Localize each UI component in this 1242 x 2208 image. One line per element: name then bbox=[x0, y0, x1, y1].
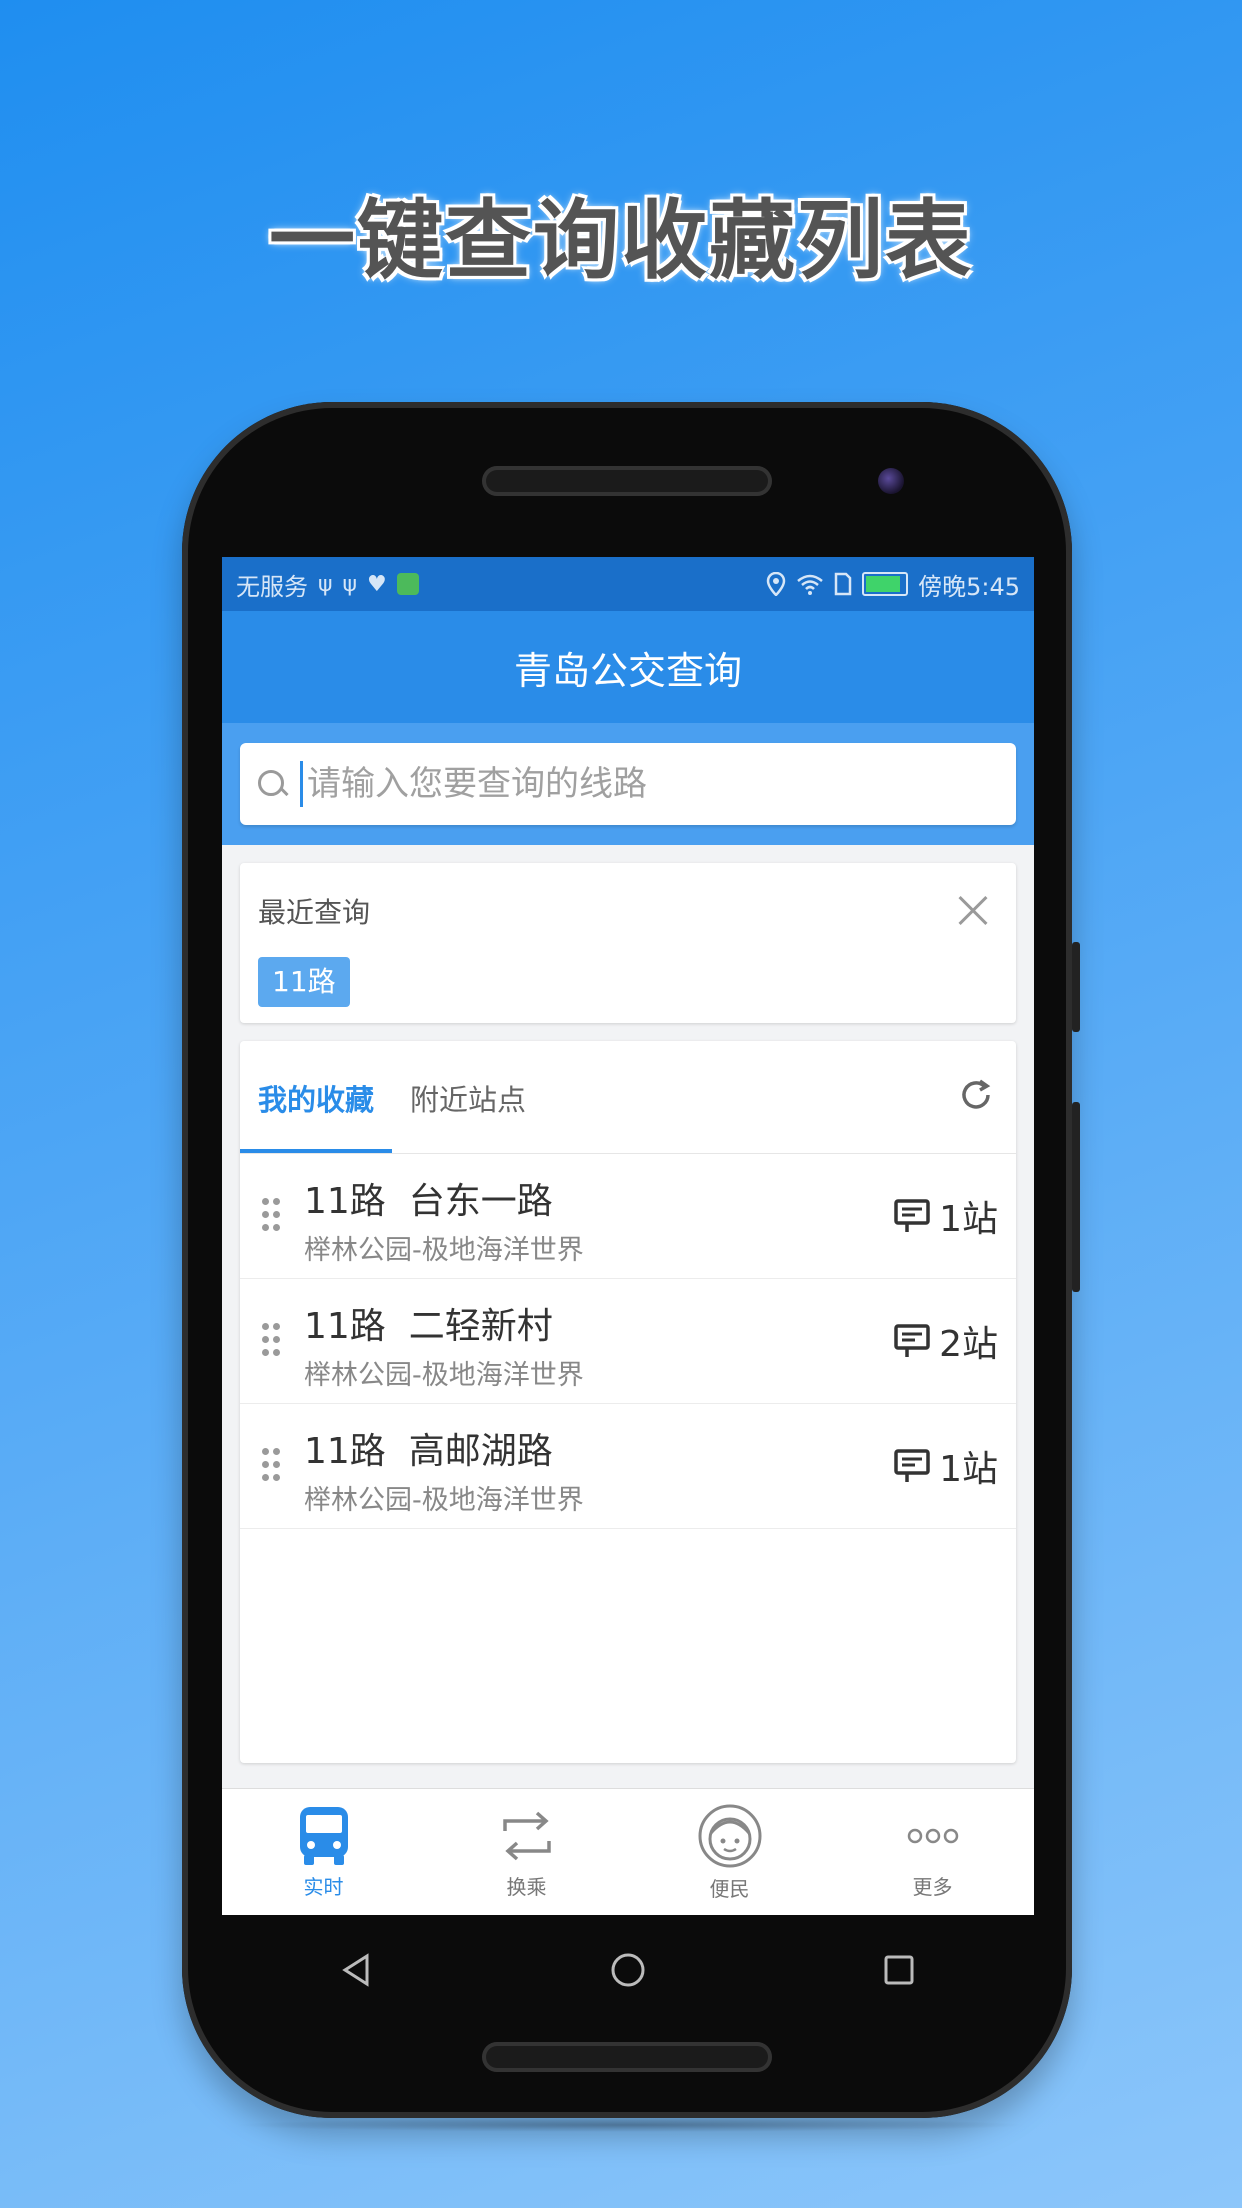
app-notification-icon bbox=[396, 573, 419, 595]
heart-monitor-icon: ♥ bbox=[367, 571, 387, 597]
search-icon bbox=[258, 770, 286, 798]
phone-shadow bbox=[230, 2118, 1030, 2132]
search-input[interactable] bbox=[305, 763, 998, 805]
nav-item-realtime[interactable]: 实时 bbox=[222, 1789, 425, 1915]
promo-headline: 一键查询收藏列表 bbox=[269, 191, 973, 291]
route-direction: 榉林公园-极地海洋世界 bbox=[304, 1235, 584, 1266]
nav-item-more[interactable]: 更多 bbox=[831, 1789, 1034, 1915]
favorite-title: 11路 二轻新村 bbox=[304, 1297, 553, 1349]
stop-name: 台东一路 bbox=[408, 1181, 553, 1222]
stops-away-count: 2站 bbox=[939, 1324, 998, 1365]
stop-name: 二轻新村 bbox=[408, 1306, 553, 1347]
drag-handle-icon[interactable] bbox=[262, 1198, 282, 1234]
earpiece-speaker bbox=[482, 466, 772, 496]
usb-icon: ψ bbox=[318, 571, 333, 597]
favorite-row[interactable]: 11路 二轻新村 榉林公园-极地海洋世界 2站 bbox=[240, 1279, 1016, 1404]
bottom-speaker bbox=[482, 2042, 772, 2072]
phone-frame: 无服务 ψ ψ ♥ 傍晚5:45 青岛公交查询 请输入您要查询的线路 最近查询 … bbox=[182, 402, 1080, 2118]
bus-stop-sign-icon bbox=[894, 1199, 930, 1232]
favorites-tabs: 我的收藏 附近站点 bbox=[240, 1041, 1016, 1154]
back-icon[interactable] bbox=[337, 1950, 377, 1990]
stops-away: 2站 bbox=[893, 1315, 998, 1367]
route-direction: 榉林公园-极地海洋世界 bbox=[304, 1485, 584, 1516]
face-icon bbox=[697, 1803, 763, 1869]
front-camera bbox=[878, 468, 904, 494]
usb-icon: ψ bbox=[342, 571, 358, 597]
home-icon[interactable] bbox=[608, 1950, 648, 1990]
sim-icon bbox=[834, 572, 852, 596]
carrier-text: 无服务 bbox=[236, 572, 308, 601]
nav-label: 便民 bbox=[709, 1876, 750, 1901]
stops-away: 1站 bbox=[893, 1440, 998, 1492]
battery-icon bbox=[862, 572, 909, 596]
route-name: 11路 bbox=[304, 1306, 386, 1347]
stops-away-count: 1站 bbox=[939, 1449, 998, 1490]
nav-item-transfer[interactable]: 换乘 bbox=[425, 1789, 628, 1915]
clear-recent-close-icon[interactable] bbox=[954, 893, 990, 929]
favorites-card: 我的收藏 附近站点 11路 台东一路 榉林公园-极地海洋世界 1站 11路 二轻… bbox=[240, 1041, 1016, 1763]
nav-label: 实时 bbox=[303, 1874, 344, 1899]
drag-handle-icon[interactable] bbox=[262, 1448, 282, 1484]
nav-item-convenience[interactable]: 便民 bbox=[628, 1789, 831, 1915]
favorite-title: 11路 台东一路 bbox=[304, 1172, 553, 1224]
status-bar: 无服务 ψ ψ ♥ 傍晚5:45 bbox=[222, 557, 1034, 611]
stops-away-count: 1站 bbox=[939, 1199, 998, 1240]
recent-apps-icon[interactable] bbox=[879, 1950, 919, 1990]
search-box[interactable] bbox=[240, 743, 1016, 825]
recent-search-tag[interactable]: 11路 bbox=[258, 957, 350, 1007]
search-area bbox=[222, 723, 1034, 845]
bus-icon bbox=[296, 1805, 352, 1867]
tab-nearby-stops[interactable]: 附近站点 bbox=[392, 1077, 544, 1153]
route-direction: 榉林公园-极地海洋世界 bbox=[304, 1360, 584, 1391]
more-icon bbox=[903, 1805, 963, 1867]
location-icon bbox=[766, 572, 786, 596]
stops-away: 1站 bbox=[893, 1190, 998, 1242]
tab-my-favorites[interactable]: 我的收藏 bbox=[240, 1077, 393, 1153]
app-toolbar: 青岛公交查询 bbox=[222, 611, 1034, 723]
nav-label: 换乘 bbox=[506, 1874, 547, 1899]
volume-button bbox=[1072, 942, 1080, 1032]
route-name: 11路 bbox=[304, 1431, 386, 1472]
phone-screen: 无服务 ψ ψ ♥ 傍晚5:45 青岛公交查询 请输入您要查询的线路 最近查询 … bbox=[222, 557, 1034, 1915]
text-cursor bbox=[300, 761, 303, 807]
app-title: 青岛公交查询 bbox=[513, 648, 742, 693]
clock-text: 傍晚5:45 bbox=[918, 572, 1020, 601]
wifi-icon bbox=[797, 574, 823, 595]
stop-name: 高邮湖路 bbox=[408, 1431, 553, 1472]
bus-stop-sign-icon bbox=[894, 1449, 930, 1482]
power-button bbox=[1072, 1102, 1080, 1292]
favorite-title: 11路 高邮湖路 bbox=[304, 1422, 553, 1474]
refresh-icon[interactable] bbox=[956, 1075, 992, 1111]
recent-search-card: 最近查询 11路 bbox=[240, 863, 1016, 1023]
favorite-row[interactable]: 11路 台东一路 榉林公园-极地海洋世界 1站 bbox=[240, 1154, 1016, 1279]
android-navigation-bar bbox=[222, 1915, 1034, 2025]
transfer-icon bbox=[497, 1805, 557, 1867]
bottom-navigation: 实时 换乘 便民 更多 bbox=[222, 1788, 1034, 1915]
favorite-row[interactable]: 11路 高邮湖路 榉林公园-极地海洋世界 1站 bbox=[240, 1404, 1016, 1529]
recent-search-title: 最近查询 bbox=[258, 896, 371, 929]
drag-handle-icon[interactable] bbox=[262, 1323, 282, 1359]
nav-label: 更多 bbox=[912, 1874, 953, 1899]
bus-stop-sign-icon bbox=[894, 1324, 930, 1357]
route-name: 11路 bbox=[304, 1181, 386, 1222]
